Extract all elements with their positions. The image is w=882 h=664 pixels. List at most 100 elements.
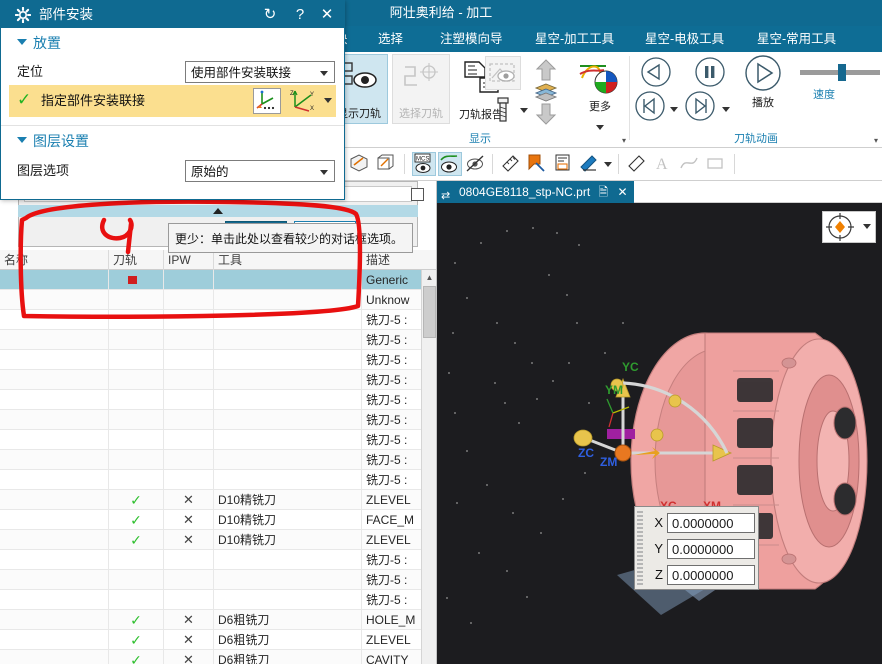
table-row[interactable]: 铣刀-5 : bbox=[0, 550, 436, 570]
table-row[interactable]: 铣刀-5 : bbox=[0, 330, 436, 350]
table-row[interactable]: 铣刀-5 : bbox=[0, 350, 436, 370]
layers-button[interactable] bbox=[530, 78, 562, 102]
ribbon-tab-5[interactable]: 星空-常用工具 bbox=[757, 26, 836, 52]
ribbon-tab-3[interactable]: 星空-加工工具 bbox=[535, 26, 614, 52]
pmi-button[interactable] bbox=[578, 152, 602, 176]
dialog-help-icon[interactable]: ? bbox=[289, 1, 311, 28]
move-down-button[interactable] bbox=[530, 98, 562, 125]
table-row[interactable]: ✓ ✕ D10精铣刀 FACE_M bbox=[0, 510, 436, 530]
rewind-start-button[interactable] bbox=[632, 90, 668, 125]
dimension-button[interactable] bbox=[552, 152, 576, 176]
table-row[interactable]: 铣刀-5 : bbox=[0, 390, 436, 410]
table-row[interactable]: 铣刀-5 : bbox=[0, 370, 436, 390]
select-toolpath-button[interactable]: 选择刀轨 bbox=[392, 54, 450, 124]
cell-tool: D6粗铣刀 bbox=[213, 650, 361, 664]
specify-csys-button[interactable] bbox=[253, 88, 281, 114]
arrow-down-icon bbox=[535, 102, 557, 129]
table-row[interactable]: 铣刀-5 : bbox=[0, 430, 436, 450]
speed-slider-thumb[interactable] bbox=[838, 64, 846, 81]
block-solid-icon-button[interactable] bbox=[348, 152, 372, 176]
ruler-tool-button[interactable] bbox=[626, 152, 650, 176]
ribbon-tab-1[interactable]: 选择 bbox=[378, 26, 403, 52]
operation-table-scrollbar[interactable]: ▲ bbox=[421, 270, 436, 664]
panel-corner-checkbox[interactable] bbox=[411, 188, 424, 201]
dialog-reset-icon[interactable]: ↻ bbox=[259, 1, 281, 28]
column-header-ipw[interactable]: IPW bbox=[163, 250, 213, 270]
coordinate-input-box[interactable]: X 0.0000000 Y 0.0000000 Z 0.0000000 bbox=[634, 506, 759, 590]
rectangle-tool-button[interactable] bbox=[704, 152, 728, 176]
svg-text:Z: Z bbox=[290, 91, 294, 97]
table-row[interactable]: ✓ ✕ D10精铣刀 ZLEVEL bbox=[0, 490, 436, 510]
rewind-dropdown[interactable] bbox=[670, 107, 678, 112]
section-header-layer[interactable]: 图层设置 bbox=[1, 125, 344, 155]
block-wireframe-icon-button[interactable] bbox=[374, 152, 398, 176]
csys-orientation-icon[interactable]: Z Y X bbox=[285, 88, 319, 114]
tab-close-icon[interactable]: ✕ bbox=[618, 185, 628, 199]
ribbon-tab-4[interactable]: 星空-电极工具 bbox=[645, 26, 724, 52]
column-header-name[interactable]: 名称 bbox=[0, 250, 108, 270]
layer-option-select[interactable]: 原始的 bbox=[185, 160, 335, 182]
dialog-close-icon[interactable]: ✕ bbox=[316, 1, 338, 28]
column-header-tool[interactable]: 工具 bbox=[213, 250, 361, 270]
table-row[interactable]: 铣刀-5 : bbox=[0, 450, 436, 470]
cell-tool bbox=[213, 450, 361, 470]
show-mcs-button[interactable]: MCS bbox=[412, 152, 436, 176]
measure-button[interactable] bbox=[500, 152, 524, 176]
section-header-placement[interactable]: 放置 bbox=[1, 28, 344, 58]
cell-ipw bbox=[163, 350, 213, 370]
tool-bolt-button[interactable] bbox=[490, 92, 516, 122]
dialog-collapse-bar[interactable] bbox=[18, 205, 418, 217]
hide-toolpath-button[interactable] bbox=[464, 152, 488, 176]
pmi-dropdown[interactable] bbox=[604, 162, 612, 167]
layer-option-row: 图层选项 原始的 bbox=[1, 156, 344, 186]
annotation-button[interactable] bbox=[526, 152, 550, 176]
coordinate-input-z[interactable]: 0.0000000 bbox=[667, 565, 755, 585]
table-row[interactable]: ✓ ✕ D6粗铣刀 ZLEVEL bbox=[0, 630, 436, 650]
column-header-desc[interactable]: 描述 bbox=[361, 250, 436, 270]
chevron-down-icon-layer bbox=[17, 137, 27, 143]
coordinate-input-y[interactable]: 0.0000000 bbox=[667, 539, 755, 559]
step-back-button[interactable] bbox=[638, 56, 674, 91]
table-row[interactable]: 铣刀-5 : bbox=[0, 570, 436, 590]
axis-label-y: Y bbox=[654, 541, 663, 556]
table-row[interactable]: 铣刀-5 : bbox=[0, 590, 436, 610]
forward-dropdown[interactable] bbox=[722, 107, 730, 112]
scrollbar-thumb[interactable] bbox=[423, 286, 436, 338]
csys-dropdown-arrow[interactable] bbox=[324, 98, 332, 103]
group-expand-arrow-animation[interactable]: ▾ bbox=[874, 136, 878, 145]
forward-end-button[interactable] bbox=[682, 90, 718, 125]
column-header-path[interactable]: 刀轨 bbox=[108, 250, 163, 270]
show-toolpath-eye-button[interactable] bbox=[438, 152, 462, 176]
graphics-viewport[interactable]: YCYMZCZMXCXM X0.0000000Y0.0000000Z0.0000… bbox=[437, 203, 882, 664]
locate-select[interactable]: 使用部件安装联接 bbox=[185, 61, 335, 83]
table-row[interactable]: Unknow bbox=[0, 290, 436, 310]
group-expand-arrow-display[interactable]: ▾ bbox=[622, 136, 626, 145]
more-button[interactable]: 更多 bbox=[572, 54, 628, 124]
coordinate-input-x[interactable]: 0.0000000 bbox=[667, 513, 755, 533]
specify-part-mounting-row[interactable]: ✓ 指定部件安装联接 Z Y X bbox=[9, 85, 336, 117]
view-widget-dropdown[interactable] bbox=[863, 224, 871, 229]
section-title-layer: 图层设置 bbox=[33, 133, 89, 149]
table-row[interactable]: 铣刀-5 : bbox=[0, 470, 436, 490]
coordbox-drag-grip[interactable] bbox=[637, 511, 643, 587]
scrollbar-up-arrow[interactable]: ▲ bbox=[422, 270, 436, 285]
more-dropdown-arrow[interactable] bbox=[596, 125, 604, 130]
table-row[interactable]: Generic bbox=[0, 270, 436, 290]
table-row[interactable]: 铣刀-5 : bbox=[0, 310, 436, 330]
cell-tool bbox=[213, 590, 361, 610]
curve-tool-button[interactable] bbox=[678, 152, 702, 176]
table-row[interactable]: ✓ ✕ D6粗铣刀 CAVITY bbox=[0, 650, 436, 664]
play-button[interactable] bbox=[742, 54, 784, 95]
cell-name bbox=[0, 490, 108, 510]
ribbon-tab-2[interactable]: 注塑模向导 bbox=[440, 26, 503, 52]
table-row[interactable]: ✓ ✕ D10精铣刀 ZLEVEL bbox=[0, 530, 436, 550]
table-row[interactable]: 铣刀-5 : bbox=[0, 410, 436, 430]
verify-toolpath-button[interactable] bbox=[485, 56, 521, 90]
tab-refresh-icon: ⇄ bbox=[441, 190, 451, 202]
text-tool-button[interactable]: A bbox=[652, 152, 676, 176]
tool-bolt-dropdown[interactable] bbox=[520, 108, 528, 113]
table-row[interactable]: ✓ ✕ D6粗铣刀 HOLE_M bbox=[0, 610, 436, 630]
pause-button[interactable] bbox=[692, 56, 728, 91]
document-tab[interactable]: ⇄ 0804GE8118_stp-NC.prt 🗎 ✕ bbox=[437, 181, 634, 203]
view-orientation-widget[interactable] bbox=[822, 211, 876, 243]
